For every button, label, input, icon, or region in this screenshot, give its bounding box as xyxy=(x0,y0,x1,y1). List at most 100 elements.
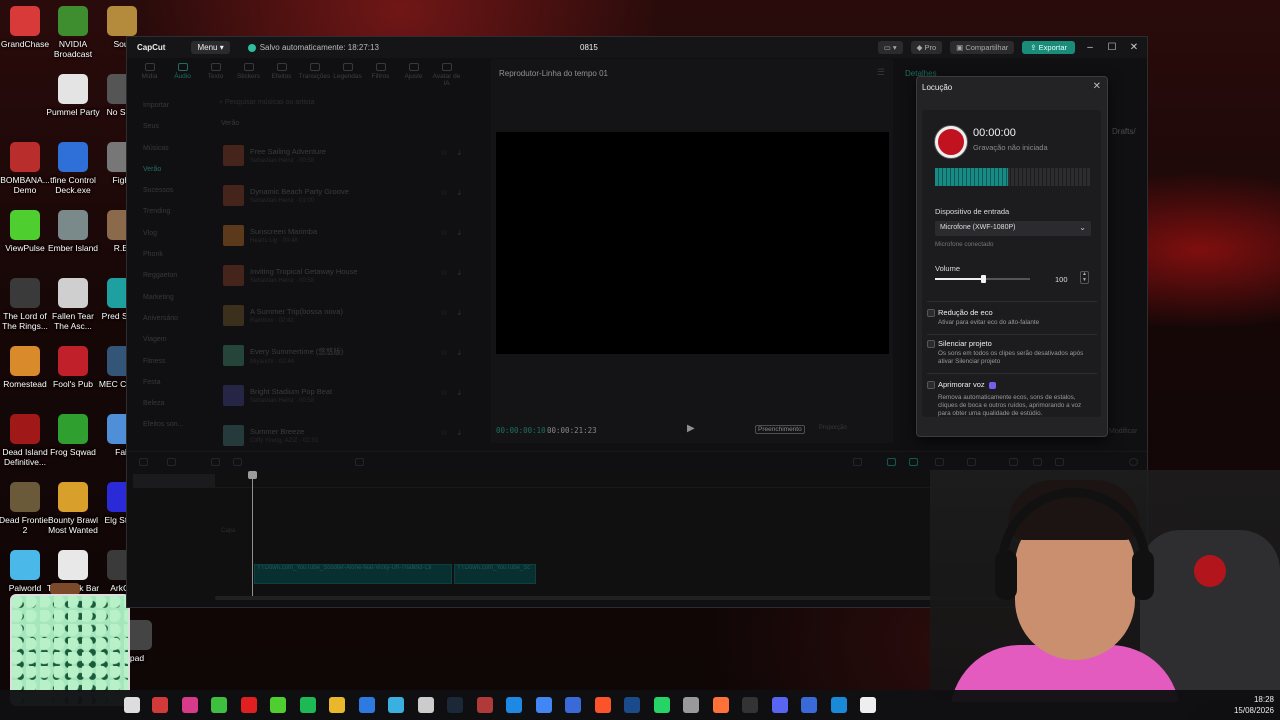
nav-item[interactable]: Efeitos son... xyxy=(135,414,209,435)
nav-item[interactable]: Beleza xyxy=(135,393,209,414)
system-clock[interactable]: 18:28 15/08/2026 xyxy=(1234,694,1274,716)
taskbar-app-icon[interactable] xyxy=(801,697,817,713)
echo-reduction-checkbox[interactable] xyxy=(927,309,935,317)
nav-item[interactable]: Fitness xyxy=(135,351,209,372)
music-row[interactable]: Bright Stadium Pop Beat Sebastian Heinz ·… xyxy=(223,375,477,415)
play-icon[interactable]: ▶ xyxy=(687,423,695,434)
snap-icon[interactable] xyxy=(909,458,918,466)
nav-item[interactable]: Marketing xyxy=(135,287,209,308)
playhead[interactable] xyxy=(248,471,257,597)
fit-icon[interactable] xyxy=(1009,458,1018,466)
desktop-icon[interactable]: Ember Island xyxy=(45,210,101,253)
marker-icon[interactable] xyxy=(355,458,364,466)
undo-icon[interactable] xyxy=(211,458,220,466)
close-icon[interactable]: ✕ xyxy=(1127,42,1141,53)
redo-icon[interactable] xyxy=(233,458,242,466)
pro-button[interactable]: ◆ Pro xyxy=(910,41,943,54)
nav-item[interactable]: Vlog xyxy=(135,223,209,244)
taskbar-app-icon[interactable] xyxy=(388,697,404,713)
favorite-download-icons[interactable]: ☆⤓ xyxy=(440,228,471,238)
taskbar-app-icon[interactable] xyxy=(152,697,168,713)
enhance-voice-checkbox[interactable] xyxy=(927,381,935,389)
nav-item[interactable]: Seus xyxy=(135,116,209,137)
tool-tab[interactable]: Stickers xyxy=(232,58,265,88)
taskbar-app-icon[interactable] xyxy=(830,697,847,713)
taskbar-app-icon[interactable] xyxy=(565,697,581,713)
taskbar-app-icon[interactable] xyxy=(240,697,257,713)
desktop-icon[interactable]: NVIDIA Broadcast xyxy=(45,6,101,59)
captions-icon[interactable] xyxy=(967,458,976,466)
nav-item[interactable]: Trending xyxy=(135,201,209,222)
export-button[interactable]: ⇪ Exportar xyxy=(1022,41,1075,54)
player-canvas[interactable] xyxy=(496,132,889,354)
taskbar-app-icon[interactable] xyxy=(742,697,758,713)
ratio-label[interactable]: Proporção xyxy=(819,425,847,431)
desktop-icon[interactable]: Frog Sqwad xyxy=(45,414,101,457)
player-menu-icon[interactable]: ☰ xyxy=(877,67,885,78)
taskbar-app-icon[interactable] xyxy=(358,697,375,713)
favorite-download-icons[interactable]: ☆⤓ xyxy=(440,348,471,358)
taskbar-app-icon[interactable] xyxy=(653,697,670,713)
zoom-slider-icon[interactable] xyxy=(1055,458,1064,466)
music-row[interactable]: Free Sailing Adventure Sebastian Heinz · … xyxy=(223,135,477,175)
favorite-download-icons[interactable]: ☆⤓ xyxy=(440,148,471,158)
desktop-icon[interactable]: Bounty Brawl Most Wanted xyxy=(45,482,101,535)
taskbar-app-icon[interactable] xyxy=(417,697,434,713)
tool-tab[interactable]: Avatar de IA xyxy=(430,58,463,88)
modify-button[interactable]: Modificar xyxy=(1109,428,1137,435)
tool-tab[interactable]: Áudio xyxy=(166,58,199,88)
taskbar-app-icon[interactable] xyxy=(712,697,729,713)
taskbar-app-icon[interactable] xyxy=(447,697,463,713)
volume-value[interactable]: 100 xyxy=(1055,275,1068,284)
zoom-in-icon[interactable] xyxy=(1129,458,1138,466)
taskbar-app-icon[interactable] xyxy=(270,697,286,713)
audio-clip-2[interactable]: YTDown.com_YouTube_Sc xyxy=(454,564,536,584)
mic-icon[interactable] xyxy=(853,458,862,466)
fill-button[interactable]: Preenchimento xyxy=(755,425,805,434)
nav-item[interactable]: Aniversário xyxy=(135,308,209,329)
music-row[interactable]: Summer Breeze Cliffy Young, AZIZ · 02:33 ☆… xyxy=(223,415,477,455)
minimize-icon[interactable]: – xyxy=(1083,42,1097,53)
tool-tab[interactable]: Transições xyxy=(298,58,331,88)
tool-tab[interactable]: Ajuste xyxy=(397,58,430,88)
tool-tab[interactable]: Filtros xyxy=(364,58,397,88)
device-select[interactable]: Microfone (XWF-1080P) ⌄ xyxy=(935,221,1091,236)
taskbar-app-icon[interactable] xyxy=(535,697,552,713)
tool-tab[interactable]: Texto xyxy=(199,58,232,88)
nav-item[interactable]: Phonk xyxy=(135,244,209,265)
share-button[interactable]: ▣ Compartilhar xyxy=(950,41,1015,54)
desktop-icon[interactable]: Fool's Pub xyxy=(45,346,101,389)
taskbar-app-icon[interactable] xyxy=(211,697,227,713)
taskbar-app-icon[interactable] xyxy=(476,697,493,713)
tool-tab[interactable]: Efeitos xyxy=(265,58,298,88)
tool-tab[interactable]: Mídia xyxy=(133,58,166,88)
start-icon[interactable] xyxy=(124,697,140,713)
taskbar-app-icon[interactable] xyxy=(181,697,198,713)
music-row[interactable]: A Summer Trip(bossa nova) Rainbow · 02:41… xyxy=(223,295,477,335)
desktop-icon[interactable]: Pummel Party xyxy=(45,74,101,117)
tool-tab[interactable]: Legendas xyxy=(331,58,364,88)
taskbar-app-icon[interactable] xyxy=(506,697,522,713)
favorite-download-icons[interactable]: ☆⤓ xyxy=(440,268,471,278)
taskbar-app-icon[interactable] xyxy=(624,697,640,713)
taskbar-app-icon[interactable] xyxy=(860,697,876,713)
audio-clip-1[interactable]: YTDown.com_YouTube_Scooter-Alone-feat-Vi… xyxy=(254,564,452,584)
split-icon[interactable] xyxy=(139,458,148,466)
music-row[interactable]: Sunscreen Marimba Hearts Lig · 00:48 ☆⤓ xyxy=(223,215,477,255)
select-icon[interactable] xyxy=(167,458,176,466)
volume-slider-thumb[interactable] xyxy=(980,275,986,283)
nav-item[interactable]: Verão xyxy=(135,159,209,180)
favorite-download-icons[interactable]: ☆⤓ xyxy=(440,428,471,438)
volume-stepper[interactable]: ▲ ▼ xyxy=(1080,271,1089,284)
record-button[interactable] xyxy=(935,126,967,158)
mute-project-checkbox[interactable] xyxy=(927,340,935,348)
nav-item[interactable]: Reggaeton xyxy=(135,265,209,286)
menu-button[interactable]: Menu ▾ xyxy=(191,41,230,54)
nav-item[interactable]: Importar xyxy=(135,95,209,116)
music-row[interactable]: Every Summertime (悠悠版) Miyauchi · 02:44 ☆⤓ xyxy=(223,335,477,375)
volume-slider[interactable] xyxy=(935,275,1030,283)
taskbar-app-icon[interactable] xyxy=(771,697,788,713)
favorite-download-icons[interactable]: ☆⤓ xyxy=(440,388,471,398)
nav-item[interactable]: Músicas xyxy=(135,138,209,159)
nav-item[interactable]: Festa xyxy=(135,372,209,393)
